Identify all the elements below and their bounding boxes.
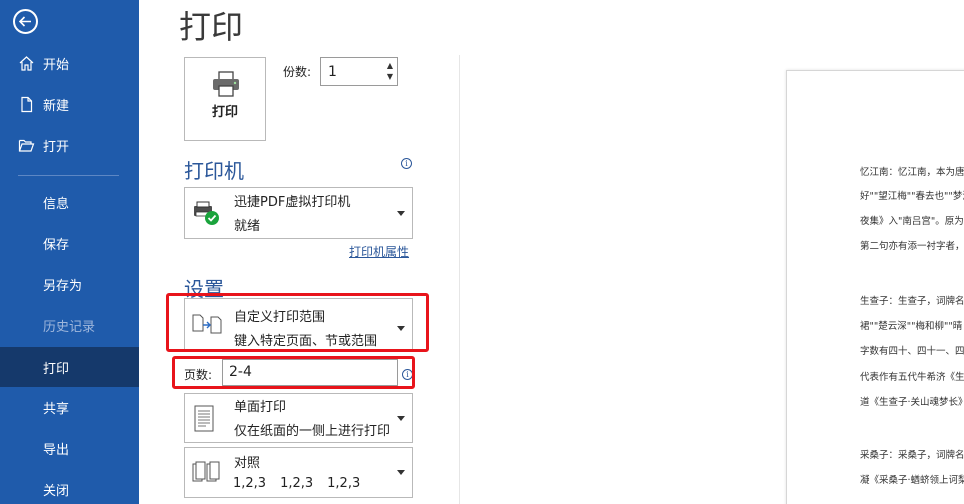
preview-page (786, 70, 964, 504)
single-sided-icon (194, 405, 214, 432)
print-sides-title: 单面打印 (234, 400, 287, 415)
collate-number: 1,2,3 (327, 476, 361, 491)
copies-label: 份数: (283, 65, 312, 79)
sidebar-item-info[interactable]: 信息 (0, 182, 139, 222)
preview-text-line: 生查子：生查子，词牌名 (860, 296, 964, 307)
home-icon (19, 56, 34, 71)
printer-properties-link[interactable]: 打印机属性 (349, 243, 409, 260)
sidebar-item-label: 历史记录 (43, 319, 96, 335)
sidebar-item-label: 关闭 (43, 483, 70, 499)
sidebar-item-label: 信息 (43, 196, 70, 212)
printer-status: 就绪 (234, 219, 261, 234)
chevron-down-icon (397, 211, 405, 216)
sidebar-item-close[interactable]: 关闭 (0, 469, 139, 504)
print-sides-select[interactable]: 单面打印 仅在纸面的一侧上进行打印 (184, 393, 413, 443)
sidebar-item-history: 历史记录 (0, 305, 139, 345)
print-button[interactable]: 打印 (184, 57, 266, 141)
preview-text-line: 道《生查子·关山魂梦长》 (860, 397, 964, 408)
sidebar-item-label: 新建 (43, 98, 70, 114)
printer-icon (213, 71, 239, 97)
increment-arrow-icon[interactable]: ▲ (387, 61, 393, 70)
preview-text-line: 夜集》入"南吕宫"。原为 (860, 216, 964, 227)
sidebar-item-label: 打开 (43, 139, 70, 155)
sidebar-item-home[interactable]: 开始 (0, 43, 139, 83)
sidebar-item-save[interactable]: 保存 (0, 223, 139, 263)
collate-number: 1,2,3 (280, 476, 314, 491)
back-arrow-icon (18, 16, 31, 27)
highlight-range-box (166, 293, 429, 352)
printer-section-title: 打印机 (184, 159, 244, 183)
sidebar-item-label: 共享 (43, 401, 70, 417)
preview-text-line: 第二句亦有添一衬字者， (860, 241, 964, 252)
sidebar-item-new[interactable]: 新建 (0, 84, 139, 124)
folder-open-icon (18, 139, 35, 152)
highlight-pages-box (172, 356, 415, 389)
sidebar-item-open[interactable]: 打开 (0, 125, 139, 165)
sidebar-item-label: 开始 (43, 57, 70, 73)
preview-text-line: 采桑子：采桑子，词牌名 (860, 450, 964, 461)
copies-spinner[interactable]: 1 ▲ ▼ (320, 57, 398, 86)
sidebar-item-label: 打印 (43, 361, 70, 377)
print-sides-description: 仅在纸面的一侧上进行打印 (234, 424, 391, 439)
collated-pages-icon (192, 461, 220, 482)
info-icon[interactable]: i (401, 158, 412, 169)
chevron-down-icon (397, 470, 405, 475)
preview-text-line: 裙""楚云深""梅和柳""晴 (860, 321, 963, 332)
preview-text-line: 好""望江梅""春去也""梦江 (860, 191, 964, 202)
collate-number: 1,2,3 (233, 476, 267, 491)
sidebar-item-print[interactable]: 打印 (0, 347, 139, 387)
backstage-sidebar: 开始 新建 打开 信息 保存 另存为 历史记录 打印 共享 导出 关闭 (0, 0, 139, 504)
sidebar-item-label: 保存 (43, 237, 70, 253)
back-button[interactable] (13, 9, 38, 34)
preview-text-line: 忆江南：忆江南，本为唐 (860, 167, 964, 178)
sidebar-item-label: 导出 (43, 442, 70, 458)
chevron-down-icon (397, 416, 405, 421)
collate-order: 1,2,3 1,2,3 1,2,3 (233, 476, 360, 491)
sidebar-item-label: 另存为 (43, 278, 83, 294)
preview-text-line: 凝《采桑子·蝤蛴领上诃梨 (860, 475, 964, 486)
sidebar-item-save-as[interactable]: 另存为 (0, 264, 139, 304)
printer-name: 迅捷PDF虚拟打印机 (234, 195, 351, 210)
print-button-label: 打印 (211, 105, 238, 120)
sidebar-item-share[interactable]: 共享 (0, 387, 139, 427)
printer-select[interactable]: 迅捷PDF虚拟打印机 就绪 (184, 187, 413, 239)
sidebar-divider (18, 175, 119, 176)
preview-text-line: 字数有四十、四十一、四 (860, 346, 964, 357)
sidebar-item-export[interactable]: 导出 (0, 428, 139, 468)
new-document-icon (21, 96, 33, 113)
copies-value: 1 (328, 64, 337, 80)
printer-status-icon (194, 201, 219, 225)
page-title: 打印 (179, 8, 244, 46)
collate-title: 对照 (234, 456, 261, 471)
decrement-arrow-icon[interactable]: ▼ (387, 72, 393, 81)
preview-text-line: 代表作有五代牛希济《生 (860, 372, 964, 383)
